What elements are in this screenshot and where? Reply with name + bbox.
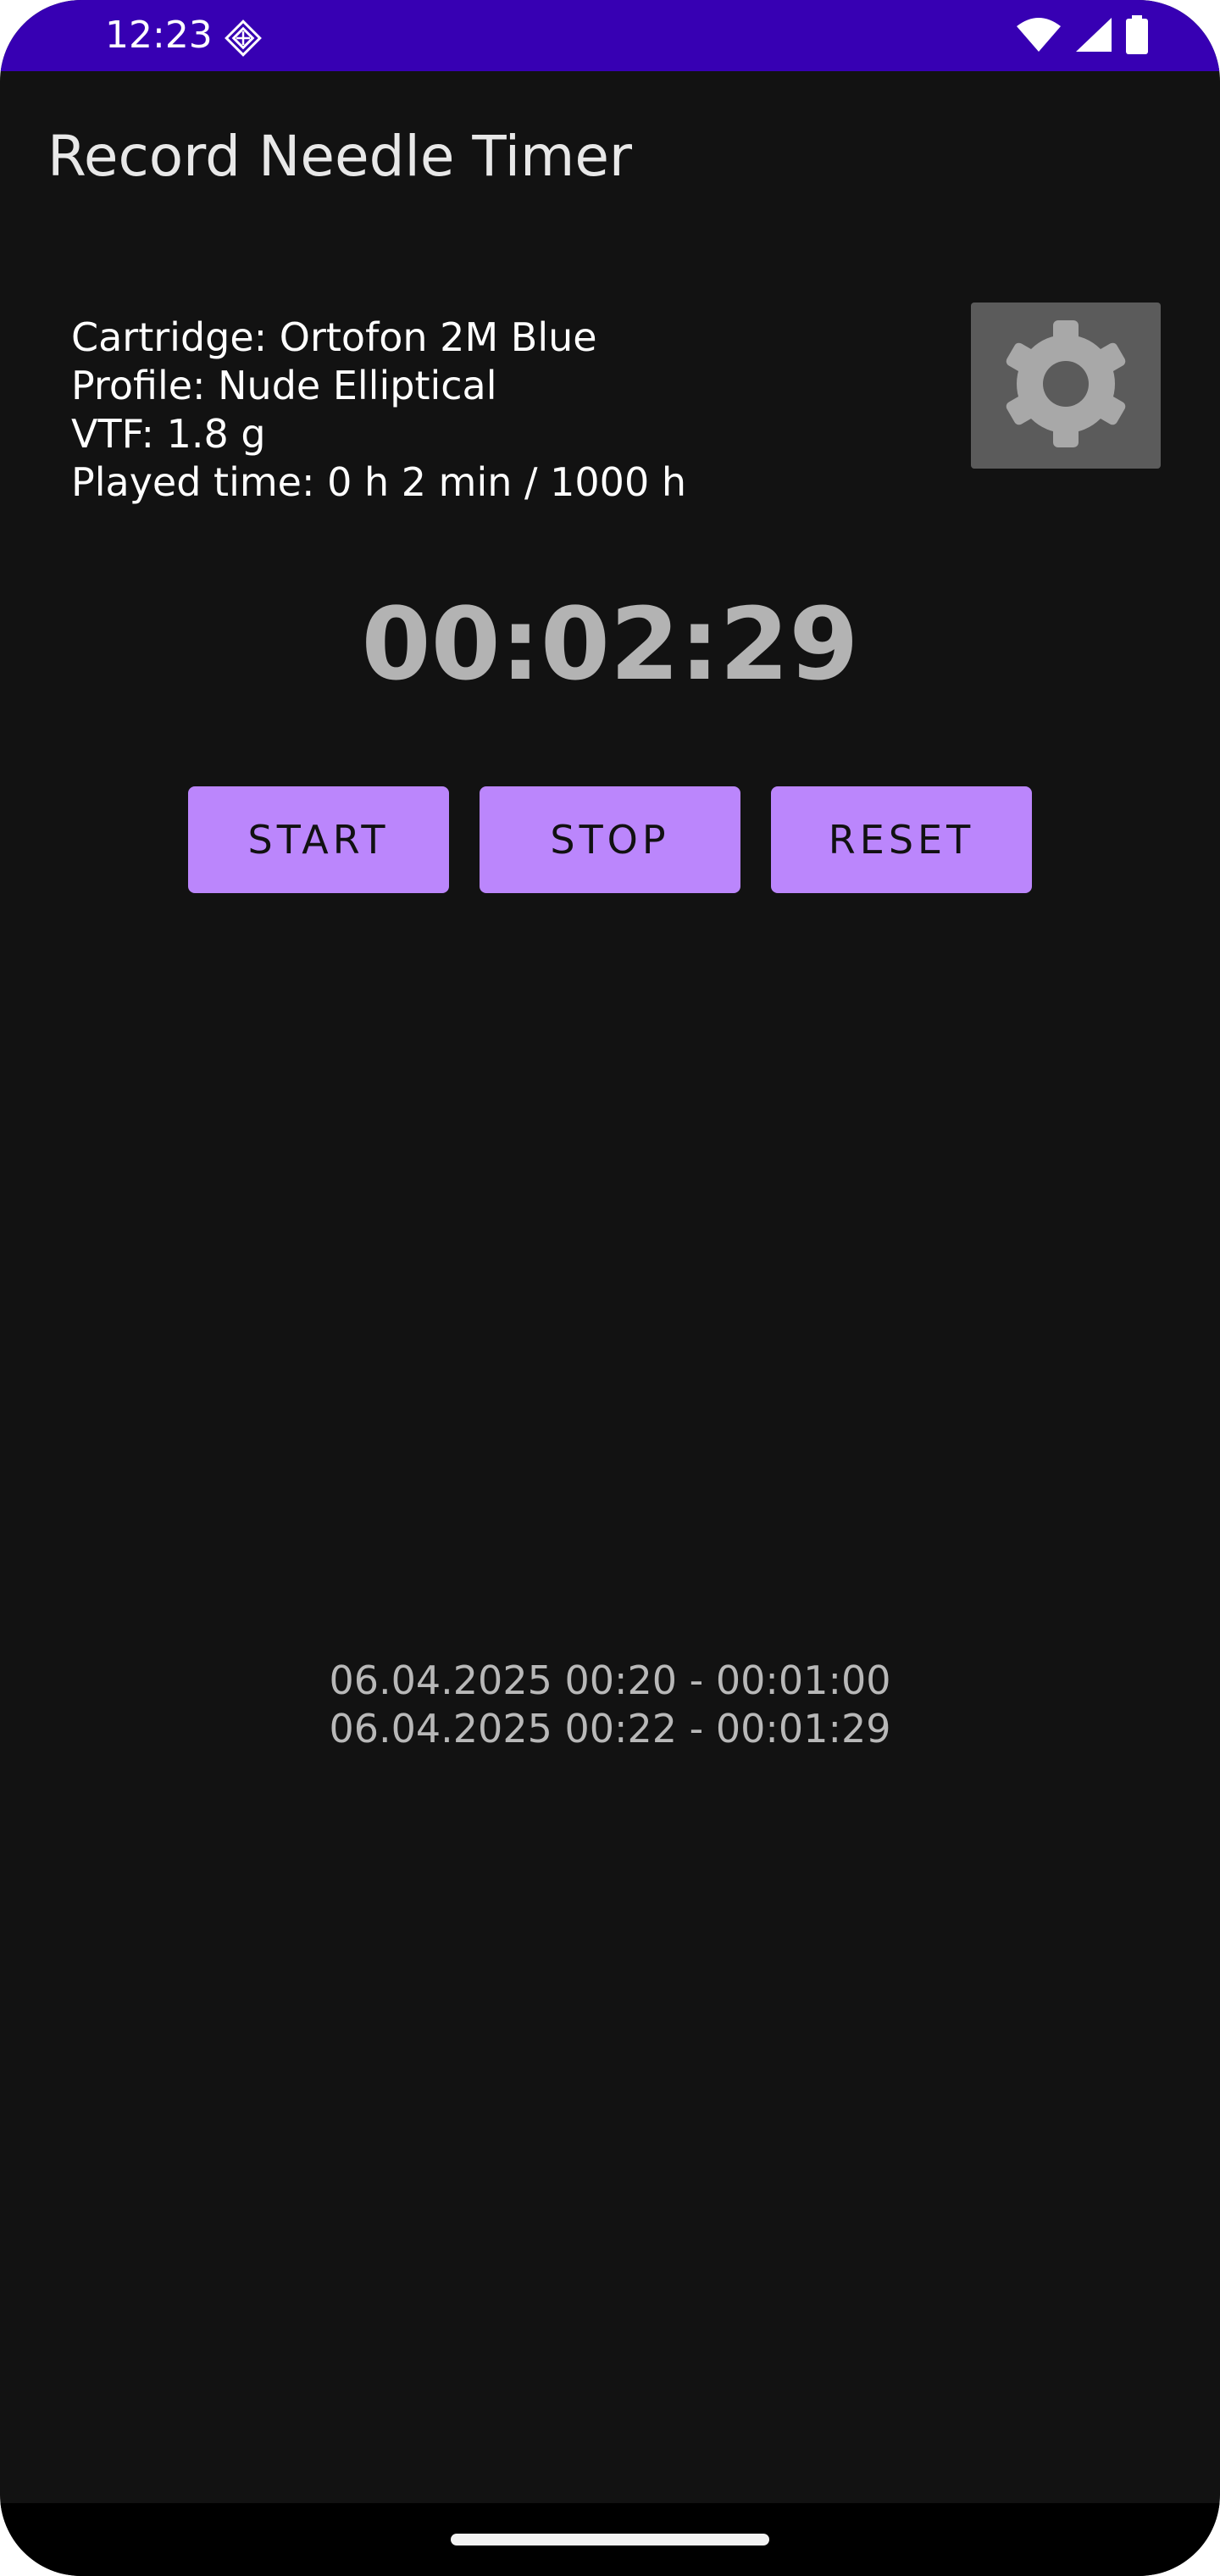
- wifi-icon: [1015, 16, 1062, 58]
- cellular-signal-icon: [1074, 16, 1113, 58]
- settings-button[interactable]: [971, 303, 1161, 469]
- cartridge-info: Cartridge: Ortofon 2M Blue Profile: Nude…: [71, 314, 686, 507]
- battery-icon: [1125, 14, 1149, 58]
- home-indicator[interactable]: [451, 2534, 769, 2545]
- timer-display: 00:02:29: [361, 586, 859, 702]
- history-entry: 06.04.2025 00:20 - 00:01:00: [329, 1657, 891, 1703]
- app-title: Record Needle Timer: [47, 124, 633, 189]
- status-bar: 12:23: [0, 0, 1220, 71]
- cartridge-label: Cartridge: Ortofon 2M Blue: [71, 314, 597, 360]
- session-history: 06.04.2025 00:20 - 00:01:00 06.04.2025 0…: [0, 1657, 1220, 1753]
- history-entry: 06.04.2025 00:22 - 00:01:29: [329, 1706, 891, 1752]
- app-notification-icon: [222, 17, 264, 59]
- timer-controls: START STOP RESET: [188, 786, 1032, 893]
- start-button[interactable]: START: [188, 786, 449, 893]
- status-time: 12:23: [105, 14, 213, 57]
- reset-button[interactable]: RESET: [771, 786, 1032, 893]
- status-icons: [1015, 14, 1149, 58]
- gear-icon: [994, 312, 1138, 460]
- profile-label: Profile: Nude Elliptical: [71, 363, 497, 408]
- played-time-label: Played time: 0 h 2 min / 1000 h: [71, 459, 686, 505]
- device-screen: 12:23 Record Needle Timer Cartridge: Ort…: [0, 0, 1220, 2576]
- vtf-label: VTF: 1.8 g: [71, 411, 266, 457]
- stop-button[interactable]: STOP: [480, 786, 740, 893]
